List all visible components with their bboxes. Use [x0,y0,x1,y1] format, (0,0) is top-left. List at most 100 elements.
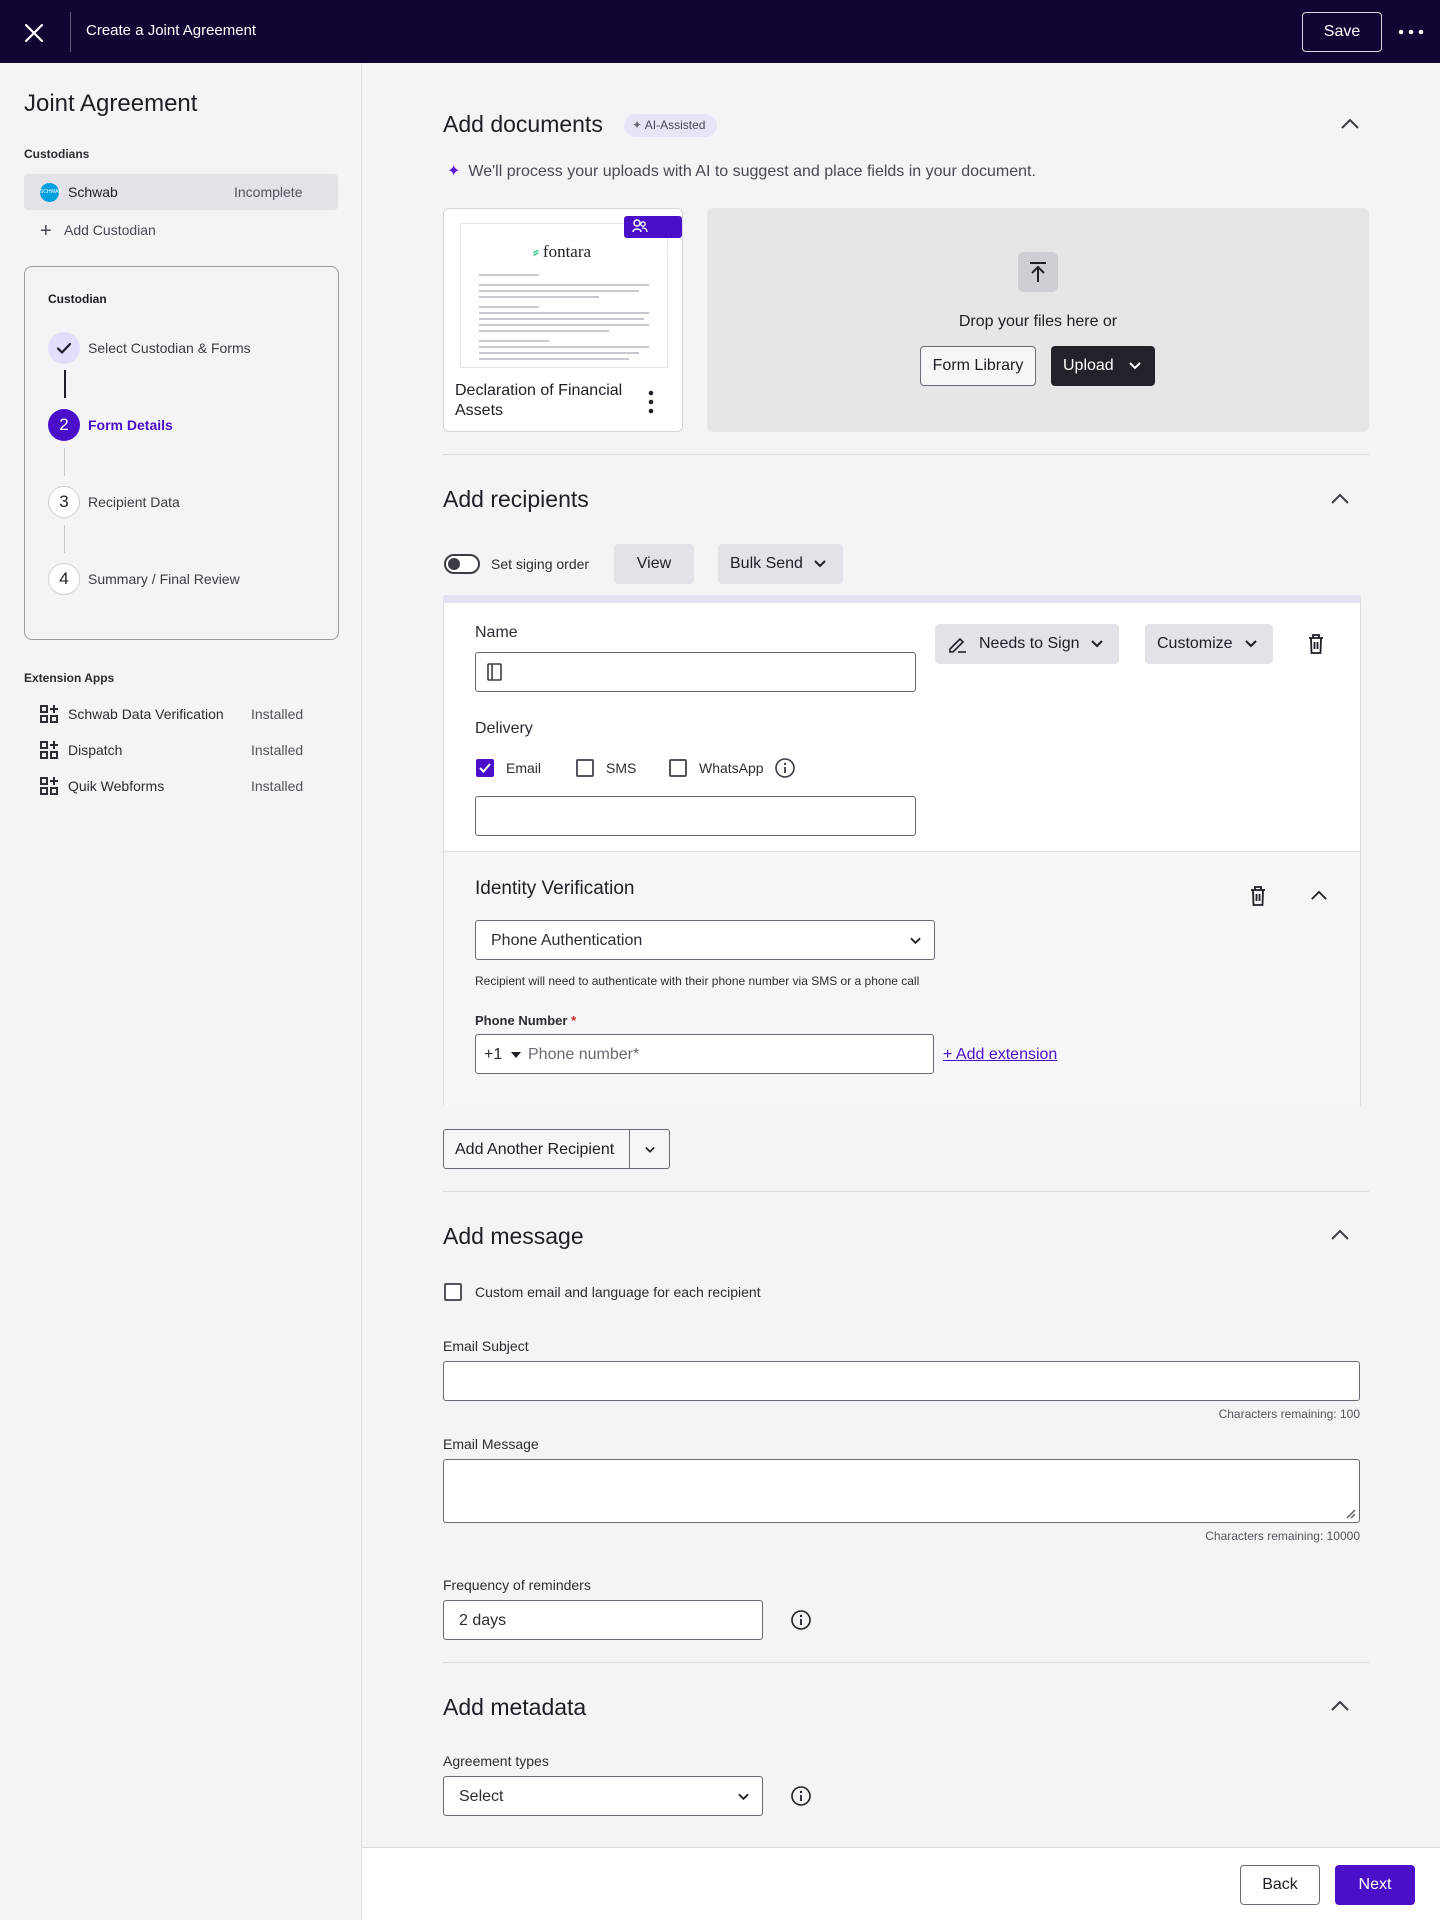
verification-method-value: Phone Authentication [491,932,643,949]
resize-handle-icon[interactable] [1344,1507,1356,1519]
step-connector [64,448,65,476]
ai-note-text: We'll process your uploads with AI to su… [468,163,1036,180]
step-connector [64,370,66,398]
sidebar-title: Joint Agreement [24,90,198,117]
custodians-caption: Custodians [24,147,90,161]
upload-button[interactable]: Upload [1051,346,1155,386]
chevron-down-icon [1091,640,1103,648]
needs-to-sign-dropdown[interactable]: Needs to Sign [935,624,1119,664]
extension-status: Installed [251,742,304,758]
pen-icon [949,637,966,653]
bulk-send-label: Bulk Send [730,555,803,572]
add-custodian-label: Add Custodian [64,222,156,238]
dropzone-text: Drop your files here or [958,313,1118,330]
stepper-caption: Custodian [48,292,107,306]
step-label: Select Custodian & Forms [88,340,251,356]
schwab-logo: SCHWAB [40,183,62,202]
reminders-input[interactable]: 2 days [443,1600,763,1640]
identity-verification-title: Identity Verification [475,878,635,899]
form-library-button[interactable]: Form Library [920,346,1036,386]
section-title-metadata: Add metadata [443,1694,587,1720]
sms-checkbox[interactable] [576,759,594,777]
verification-method-select[interactable]: Phone Authentication [475,920,935,960]
chevron-up-icon[interactable] [1330,1700,1350,1712]
section-title-recipients: Add recipients [443,486,589,512]
footer-bar: Back Next [362,1847,1440,1920]
email-option-label: Email [506,760,542,776]
trash-icon[interactable] [1308,634,1324,654]
phone-input[interactable]: Phone number* [528,1046,639,1064]
recipient-card: Name Needs to Sign Customize Delivery Em… [443,595,1361,1107]
info-icon[interactable] [790,1609,812,1631]
close-icon[interactable] [22,21,46,45]
email-input[interactable] [475,796,916,836]
custodian-stepper: Custodian Select Custodian & Forms 2 For… [24,266,339,640]
add-custodian-button[interactable]: + Add Custodian [40,220,156,242]
plus-icon: + [40,220,52,242]
sidebar: Joint Agreement Custodians SCHWAB Schwab… [0,63,362,1920]
next-button[interactable]: Next [1335,1865,1415,1905]
kebab-menu-icon[interactable] [646,389,656,415]
signing-order-toggle[interactable] [444,554,480,574]
add-extension-link[interactable]: + Add extension [943,1046,1057,1064]
name-input[interactable] [475,652,916,692]
view-button[interactable]: View [614,544,694,584]
chevron-up-icon[interactable] [1330,1229,1350,1241]
chevron-down-icon[interactable] [645,1146,655,1154]
agreement-types-select[interactable]: Select [443,1776,763,1816]
fontara-logo: ⸗ fontara [533,242,592,261]
subject-char-count: Characters remaining: 100 [1218,1407,1360,1421]
custom-email-checkbox[interactable] [444,1283,462,1301]
caret-down-icon[interactable] [511,1052,521,1058]
custodian-status: Incomplete [234,184,303,200]
save-button[interactable]: Save [1302,12,1382,52]
main-content: Add documents ✦ AI-Assisted ✦ We'll proce… [362,63,1440,1848]
file-dropzone[interactable]: Drop your files here or Form Library Upl… [707,208,1369,432]
email-subject-input[interactable] [443,1361,1360,1401]
ai-note: ✦ We'll process your uploads with AI to s… [447,161,1036,181]
info-icon[interactable] [774,757,796,779]
contacts-book-icon[interactable] [487,663,503,681]
extension-name: Schwab Data Verification [68,706,224,722]
step-label: Recipient Data [88,494,180,510]
delivery-label: Delivery [475,720,533,737]
shared-badge: Shared [624,216,682,256]
step-number: 4 [48,563,80,595]
custodian-item-schwab[interactable]: SCHWAB Schwab Incomplete [24,174,338,210]
step-number: 3 [48,486,80,518]
add-another-recipient-button[interactable]: Add Another Recipient [455,1141,614,1159]
verification-hint: Recipient will need to authenticate with… [475,974,920,988]
back-button[interactable]: Back [1240,1865,1320,1905]
customize-dropdown[interactable]: Customize [1145,624,1273,664]
checkmark-icon [48,332,80,364]
more-options-icon[interactable] [1396,22,1426,42]
email-subject-label: Email Subject [443,1338,529,1354]
extensions-caption: Extension Apps [24,671,115,685]
add-another-recipient-group: Add Another Recipient [443,1129,670,1169]
split-divider [629,1130,630,1168]
trash-icon[interactable] [1250,886,1266,906]
extension-status: Installed [251,706,304,722]
email-message-textarea[interactable] [443,1459,1360,1523]
chevron-up-icon[interactable] [1310,890,1328,901]
section-divider [443,454,1369,455]
country-code-select[interactable]: +1 [484,1046,502,1064]
custom-email-label: Custom email and language for each recip… [475,1284,761,1300]
apps-grid-icon [40,777,58,795]
email-checkbox[interactable] [476,759,494,777]
phone-number-label: Phone Number * [475,1013,577,1028]
email-message-label: Email Message [443,1436,539,1452]
whatsapp-checkbox[interactable] [669,759,687,777]
bulk-send-button[interactable]: Bulk Send [718,544,843,584]
section-divider [443,1191,1369,1192]
identity-verification-panel: Identity Verification Phone Authenticati… [444,851,1360,1107]
document-card[interactable]: ⸗ fontara Shared Declaration of Financia… [443,208,683,432]
phone-number-field: +1 Phone number* [475,1034,934,1074]
custodian-name: Schwab [68,184,118,200]
info-icon[interactable] [790,1785,812,1807]
apps-grid-icon [40,741,58,759]
chevron-up-icon[interactable] [1340,118,1360,130]
divider [70,12,71,52]
top-bar: Create a Joint Agreement Save [0,0,1440,63]
chevron-up-icon[interactable] [1330,493,1350,505]
